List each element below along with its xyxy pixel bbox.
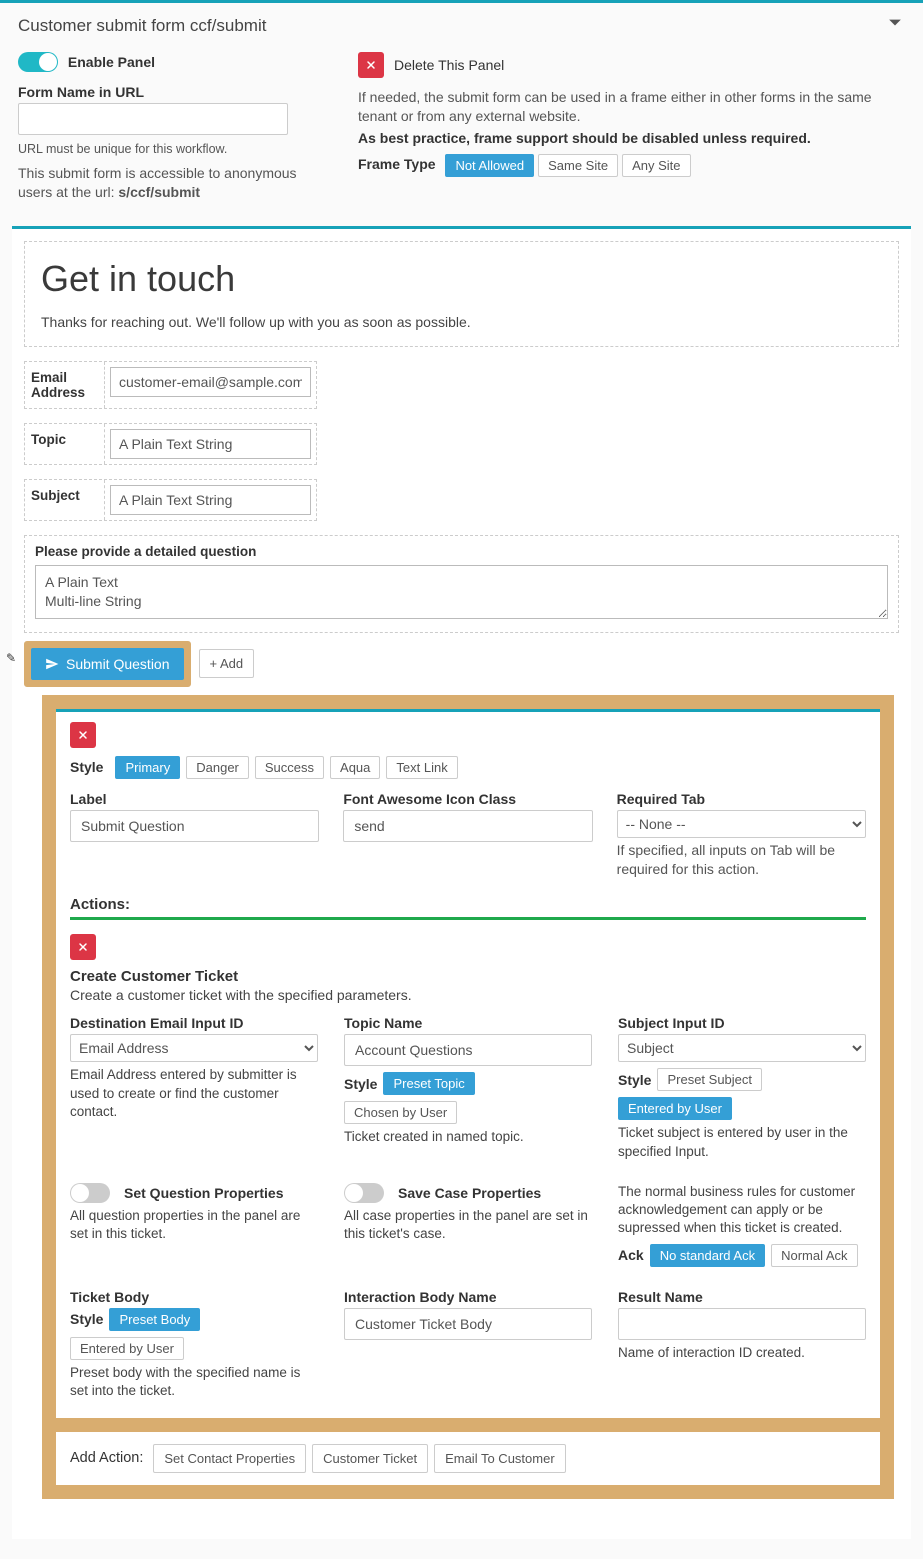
email-input[interactable] — [110, 367, 311, 397]
delete-panel-label: Delete This Panel — [394, 57, 504, 73]
action-title: Create Customer Ticket — [70, 968, 866, 985]
config-panel: Customer submit form ccf/submit Enable P… — [0, 0, 923, 1559]
add-action-contact[interactable]: Set Contact Properties — [153, 1444, 306, 1473]
submit-highlight: Submit Question — [24, 641, 191, 687]
delete-panel-button[interactable] — [358, 52, 384, 78]
style-textlink[interactable]: Text Link — [386, 756, 457, 779]
frame-type-same-site[interactable]: Same Site — [538, 154, 618, 177]
dest-email-select[interactable]: Email Address — [70, 1034, 318, 1062]
chevron-down-icon[interactable] — [885, 13, 905, 38]
add-action-email[interactable]: Email To Customer — [434, 1444, 566, 1473]
form-intro: Thanks for reaching out. We'll follow up… — [41, 314, 882, 330]
style-danger[interactable]: Danger — [186, 756, 249, 779]
subject-style-user[interactable]: Entered by User — [618, 1097, 732, 1120]
topic-style-user[interactable]: Chosen by User — [344, 1101, 457, 1124]
ack-normal[interactable]: Normal Ack — [771, 1244, 857, 1267]
detail-textarea[interactable] — [35, 565, 888, 619]
interaction-body-input[interactable] — [344, 1308, 592, 1340]
ack-no-standard[interactable]: No standard Ack — [650, 1244, 765, 1267]
subject-row: Subject — [24, 479, 317, 521]
delete-button-config[interactable] — [70, 722, 96, 748]
enable-panel-label: Enable Panel — [68, 54, 155, 70]
add-action-ticket[interactable]: Customer Ticket — [312, 1444, 428, 1473]
topic-input[interactable] — [110, 429, 311, 459]
action-desc: Create a customer ticket with the specif… — [70, 987, 866, 1003]
actions-header: Actions: — [70, 896, 866, 913]
frame-type-label: Frame Type — [358, 156, 436, 172]
url-unique-hint: URL must be unique for this workflow. — [18, 141, 318, 158]
icon-class-label: Font Awesome Icon Class — [343, 791, 592, 807]
frame-type-not-allowed[interactable]: Not Allowed — [445, 154, 534, 177]
delete-action-button[interactable] — [70, 934, 96, 960]
topic-style-preset[interactable]: Preset Topic — [383, 1072, 474, 1095]
subject-input-select[interactable]: Subject — [618, 1034, 866, 1062]
topic-name-input[interactable] — [344, 1034, 592, 1066]
icon-class-input[interactable] — [343, 810, 592, 842]
frame-help-2: As best practice, frame support should b… — [358, 130, 905, 146]
frame-type-any-site[interactable]: Any Site — [622, 154, 690, 177]
email-row: Email Address — [24, 361, 317, 409]
subject-input[interactable] — [110, 485, 311, 515]
required-tab-label: Required Tab — [617, 791, 866, 807]
detail-block: Please provide a detailed question — [24, 535, 899, 633]
set-question-toggle[interactable] — [70, 1183, 110, 1203]
access-hint: This submit form is accessible to anonym… — [18, 164, 318, 202]
frame-help-1: If needed, the submit form can be used i… — [358, 88, 905, 126]
add-button[interactable]: + Add — [199, 649, 255, 678]
submit-question-button[interactable]: Submit Question — [31, 648, 184, 680]
button-label-input[interactable] — [70, 810, 319, 842]
enable-panel-toggle[interactable] — [18, 52, 58, 72]
style-label: Style — [70, 759, 103, 775]
save-case-toggle[interactable] — [344, 1183, 384, 1203]
button-label-label: Label — [70, 791, 319, 807]
result-name-input[interactable] — [618, 1308, 866, 1340]
topic-row: Topic — [24, 423, 317, 465]
form-name-label: Form Name in URL — [18, 84, 318, 100]
body-style-user[interactable]: Entered by User — [70, 1337, 184, 1360]
style-primary[interactable]: Primary — [115, 756, 180, 779]
required-tab-select[interactable]: -- None -- — [617, 810, 866, 838]
required-tab-hint: If specified, all inputs on Tab will be … — [617, 841, 866, 879]
form-name-input[interactable] — [18, 103, 288, 135]
button-config-highlight: Style Primary Danger Success Aqua Text L… — [42, 695, 894, 1499]
add-action-row: Add Action: Set Contact Properties Custo… — [56, 1432, 880, 1485]
subject-style-preset[interactable]: Preset Subject — [657, 1068, 762, 1091]
style-success[interactable]: Success — [255, 756, 324, 779]
form-preview-panel: Get in touch Thanks for reaching out. We… — [12, 226, 911, 1539]
form-heading: Get in touch — [41, 258, 882, 300]
body-style-preset[interactable]: Preset Body — [109, 1308, 200, 1331]
actions-divider — [70, 917, 866, 920]
style-aqua[interactable]: Aqua — [330, 756, 380, 779]
panel-title: Customer submit form ccf/submit — [18, 16, 266, 36]
pencil-icon[interactable]: ✎ — [6, 651, 16, 665]
